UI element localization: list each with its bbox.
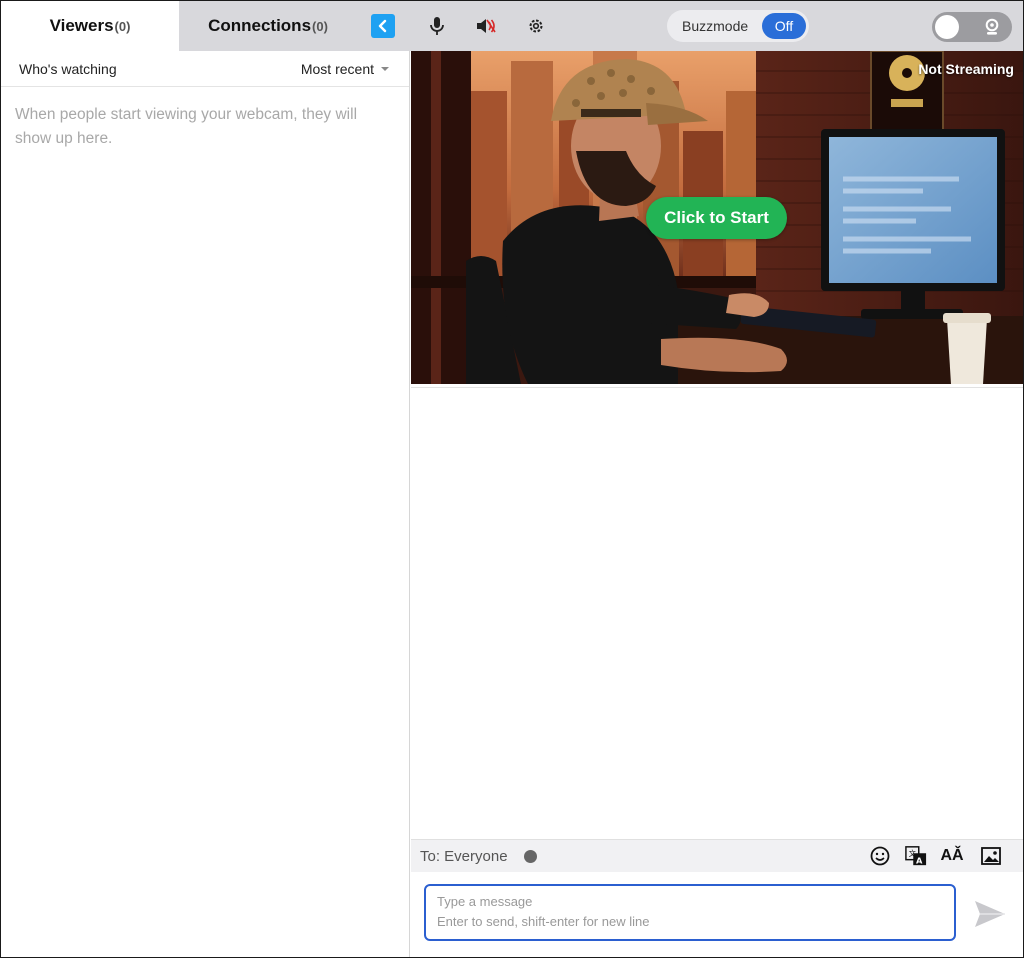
viewers-header: Who's watching Most recent [1, 51, 409, 87]
send-icon[interactable] [974, 900, 1006, 928]
tab-viewers[interactable]: Viewers (0) [1, 1, 179, 51]
sort-value: Most recent [300, 61, 374, 77]
collapse-panel-button[interactable] [371, 14, 395, 38]
buzzmode-control: Buzzmode Off [667, 10, 809, 42]
tab-viewers-label: Viewers [49, 16, 114, 35]
font-size-icon: AǍ [940, 847, 964, 864]
emoji-icon [870, 846, 890, 866]
settings-button[interactable] [524, 14, 548, 38]
streaming-status: Not Streaming [918, 61, 1014, 77]
webcam-preview: Not Streaming Click to Start [411, 51, 1023, 384]
click-to-start-button[interactable]: Click to Start [646, 197, 787, 239]
top-bar: Viewers (0) Connections (0) Buzzmode Off [1, 1, 1023, 51]
gear-icon [529, 19, 543, 33]
message-input[interactable]: Type a message Enter to send, shift-ente… [424, 884, 956, 941]
webcam-icon [985, 18, 999, 35]
whos-watching-label: Who's watching [19, 61, 117, 77]
chat-recipient-bar: To: Everyone 文A AǍ [411, 839, 1023, 873]
toggle-knob [935, 15, 959, 39]
microphone-icon [430, 17, 444, 35]
sort-dropdown[interactable]: Most recent [301, 61, 389, 77]
tab-connections-count: (0) [312, 18, 328, 34]
buzzmode-label: Buzzmode [682, 18, 749, 34]
message-hint: Enter to send, shift-enter for new line [437, 914, 650, 929]
viewers-panel: Who's watching Most recent When people s… [1, 51, 410, 957]
font-size-button[interactable]: AǍ [940, 845, 964, 867]
microphone-button[interactable] [425, 14, 449, 38]
message-placeholder: Type a message [437, 894, 533, 909]
translate-icon: 文A [905, 846, 927, 865]
speaker-button[interactable] [474, 14, 498, 38]
image-icon [981, 847, 1001, 865]
chat-messages [411, 387, 1023, 840]
chevron-left-icon [378, 19, 387, 33]
emoji-button[interactable] [869, 845, 891, 867]
svg-text:A: A [916, 855, 923, 865]
speaker-muted-icon [477, 19, 496, 33]
camera-toggle[interactable] [932, 12, 1012, 42]
buzzmode-toggle[interactable]: Off [762, 13, 806, 39]
tab-connections-label: Connections [208, 16, 312, 35]
tab-connections[interactable]: Connections (0) [179, 1, 357, 51]
image-upload-button[interactable] [980, 845, 1002, 867]
status-dot [524, 850, 537, 863]
caret-down-icon [381, 67, 389, 71]
translate-button[interactable]: 文A [905, 845, 927, 867]
webcam-broadcast-app: Viewers (0) Connections (0) Buzzmode Off W… [0, 0, 1024, 958]
empty-viewers-message: When people start viewing your webcam, t… [15, 106, 358, 147]
message-composer: Type a message Enter to send, shift-ente… [411, 872, 1023, 957]
recipient-selector[interactable]: To: Everyone [420, 848, 508, 865]
tab-viewers-count: (0) [114, 18, 131, 34]
